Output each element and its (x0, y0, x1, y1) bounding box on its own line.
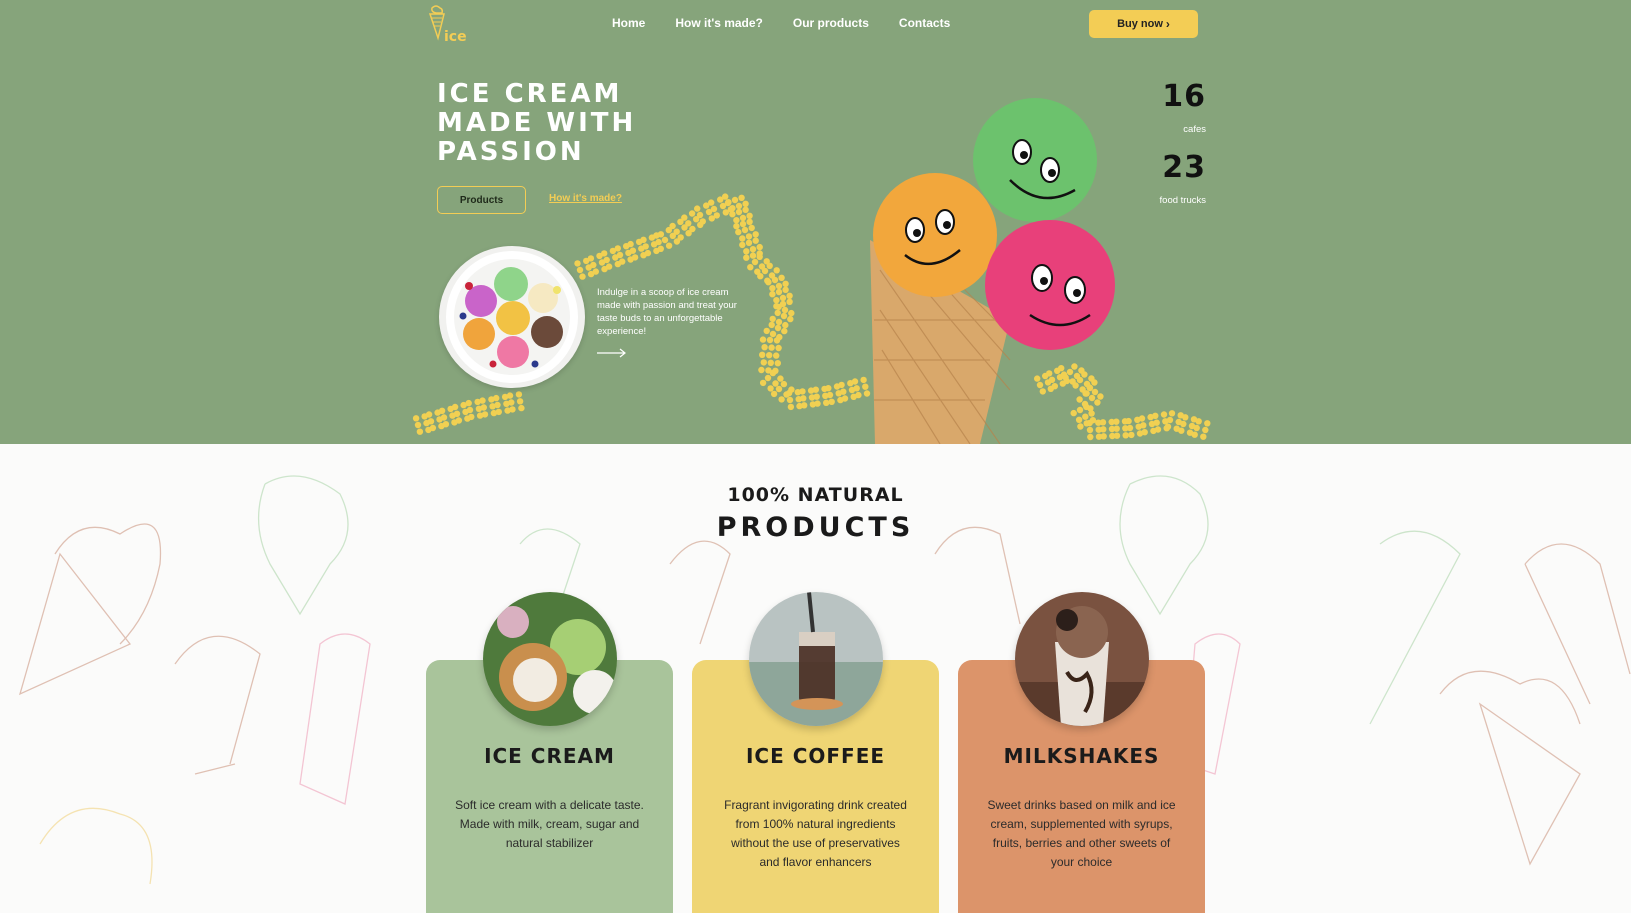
milkshake-product-image (1015, 592, 1149, 726)
stats-block: 16 cafes 23 food trucks (1160, 80, 1206, 222)
section-subtitle: 100% NATURAL (727, 484, 904, 506)
logo-icon[interactable]: ice (426, 4, 470, 44)
card-milkshakes-title: MILKSHAKES (1003, 744, 1160, 768)
card-ice-cream-desc: Soft ice cream with a delicate taste. Ma… (455, 798, 644, 850)
stat-cafes-label: cafes (1183, 124, 1206, 135)
main-nav: Home How it's made? Our products Contact… (612, 16, 980, 30)
stat-cafes-value: 16 (1162, 79, 1206, 114)
nav-how-its-made[interactable]: How it's made? (675, 16, 763, 30)
card-ice-coffee-desc: Fragrant invigorating drink created from… (724, 798, 907, 869)
headline-line-2: MADE WITH (437, 108, 637, 138)
nav-our-products[interactable]: Our products (793, 16, 869, 30)
products-section: 100% NATURAL PRODUCTS ICE CREAM Soft ice… (0, 444, 1631, 913)
card-milkshakes-desc: Sweet drinks based on milk and ice cream… (987, 798, 1176, 869)
hero-headline: ICE CREAM MADE WITH PASSION (437, 80, 717, 167)
arrow-right-icon[interactable] (597, 348, 627, 358)
hero-section: ice Home How it's made? Our products Con… (0, 0, 1631, 444)
dotted-trail-decoration (412, 193, 1211, 441)
buy-now-button[interactable]: Buy now › (1089, 10, 1198, 38)
chevron-right-icon: › (1165, 17, 1170, 31)
how-its-made-link[interactable]: How it's made? (549, 193, 622, 204)
hero-intro-text: Indulge in a scoop of ice cream made wit… (597, 287, 737, 337)
ice-cream-product-image (483, 592, 617, 726)
headline-line-3: PASSION (437, 137, 585, 167)
nav-home[interactable]: Home (612, 16, 645, 30)
buy-now-label: Buy now (1117, 18, 1163, 30)
card-ice-coffee-title: ICE COFFEE (745, 744, 886, 768)
stat-food-trucks-value: 23 (1162, 150, 1206, 185)
section-title: PRODUCTS (716, 512, 915, 543)
ice-cream-plate-image (439, 246, 585, 388)
card-ice-cream-title: ICE CREAM (484, 744, 615, 768)
nav-contacts[interactable]: Contacts (899, 16, 950, 30)
ice-coffee-product-image (749, 592, 883, 726)
logo-text: ice (444, 29, 467, 44)
headline-line-1: ICE CREAM (437, 79, 623, 109)
products-button[interactable]: Products (437, 186, 526, 214)
stat-food-trucks-label: food trucks (1159, 195, 1206, 206)
ice-cream-cone-illustration (870, 98, 1115, 444)
